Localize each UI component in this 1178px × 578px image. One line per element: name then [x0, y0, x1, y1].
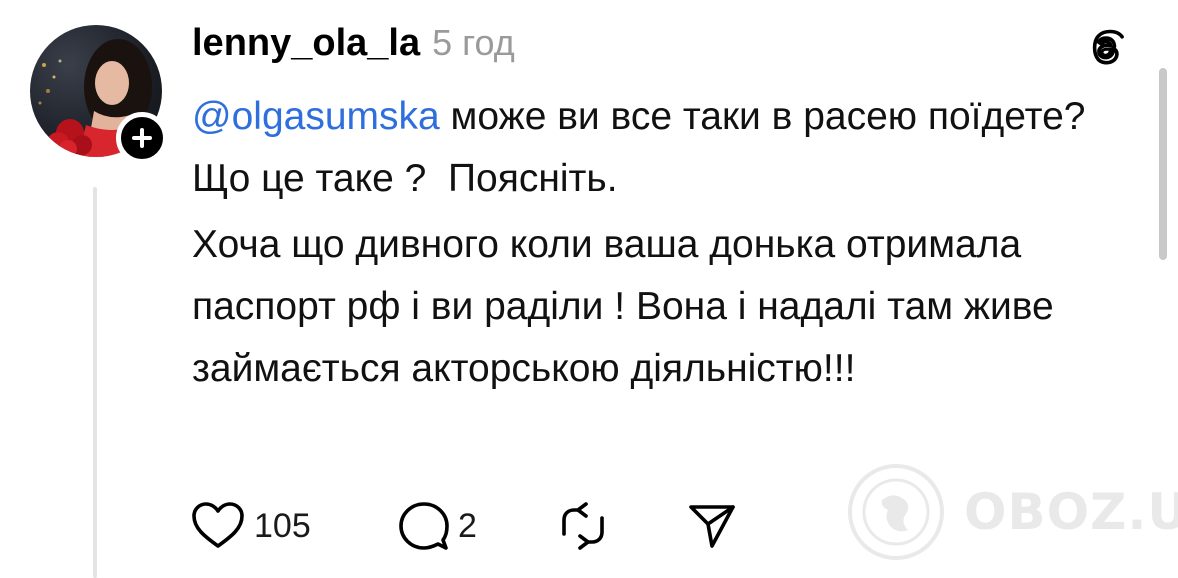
post-paragraph-1: @olgasumska може ви все таки в расею пої…	[192, 86, 1122, 210]
send-icon	[689, 505, 735, 548]
post-header: lenny_ola_la 5 год	[192, 22, 515, 70]
reply-button[interactable]: 2	[398, 500, 558, 552]
timestamp: 5 год	[432, 22, 515, 63]
action-bar: 105 2	[190, 498, 738, 554]
mention-link[interactable]: @olgasumska	[192, 95, 440, 138]
post-body: @olgasumska може ви все таки в расею пої…	[192, 86, 1122, 400]
globe-icon	[848, 464, 944, 560]
threads-logo-icon[interactable]	[1084, 26, 1128, 70]
watermark: OBOZ.UA	[846, 462, 1178, 562]
thread-post: lenny_ola_la 5 год @olgasumska може ви в…	[0, 0, 1178, 578]
thread-line	[93, 187, 97, 578]
comment-bubble-icon	[399, 502, 449, 550]
post-paragraph-2: Хоча що дивного коли ваша донька отримал…	[192, 223, 1054, 390]
repost-icon	[562, 502, 604, 550]
heart-icon	[192, 502, 244, 548]
like-button[interactable]: 105	[190, 500, 398, 552]
follow-button[interactable]	[116, 112, 168, 164]
repost-button[interactable]	[558, 500, 686, 552]
reply-count: 2	[458, 506, 477, 545]
watermark-text: OBOZ.UA	[964, 483, 1178, 541]
like-count: 105	[254, 506, 311, 545]
username[interactable]: lenny_ola_la	[192, 22, 420, 65]
plus-icon	[132, 128, 152, 148]
scrollbar[interactable]	[1159, 68, 1167, 260]
share-button[interactable]	[686, 500, 738, 552]
